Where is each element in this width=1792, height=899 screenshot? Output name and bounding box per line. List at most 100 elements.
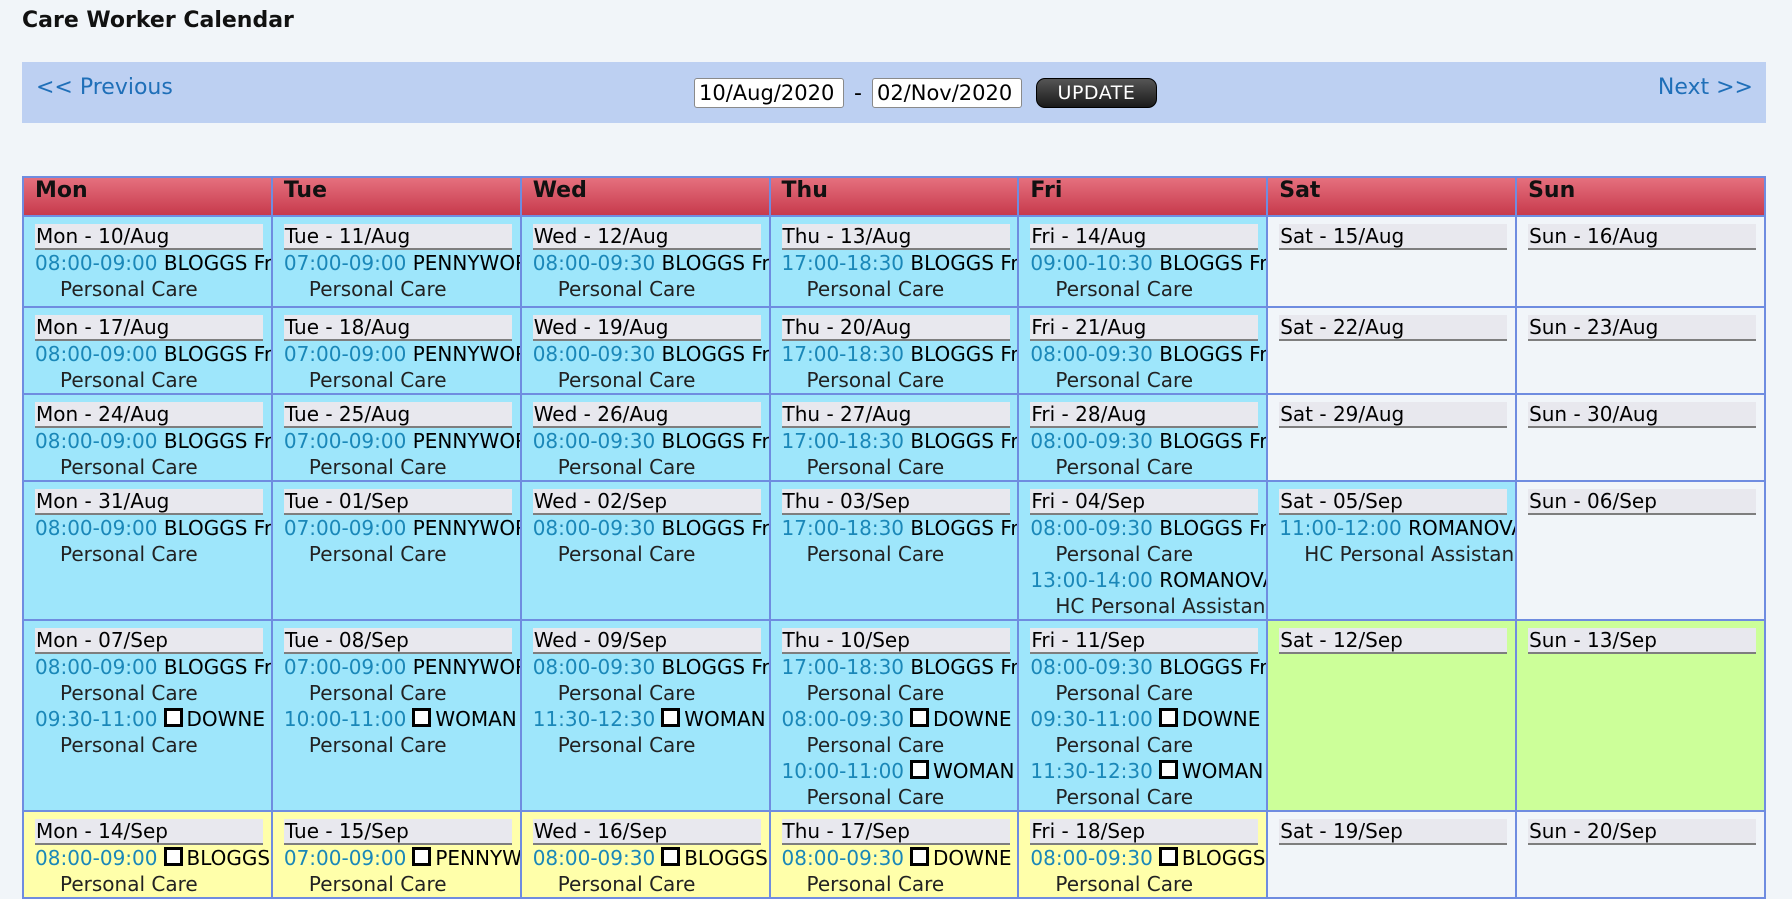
appointment-client[interactable]: PENNYWORTH xyxy=(413,655,519,679)
appointment[interactable]: 08:00-09:00 BLOGGS FredPersonal Care xyxy=(35,341,270,392)
day-date-label[interactable]: Wed - 26/Aug xyxy=(532,402,761,428)
appointment[interactable]: 17:00-18:30 BLOGGS FredPersonal Care xyxy=(782,515,1017,567)
appointment[interactable]: 08:00-09:00 BLOGGS FredPersonal Care xyxy=(35,250,270,302)
next-link[interactable]: Next >> xyxy=(1658,75,1753,100)
appointment-time[interactable]: 08:00-09:30 xyxy=(1030,429,1153,453)
day-date-label[interactable]: Wed - 16/Sep xyxy=(532,819,761,845)
appointment-time[interactable]: 08:00-09:00 xyxy=(35,516,158,540)
appointment-time[interactable]: 07:00-09:00 xyxy=(284,429,407,453)
appointment-client[interactable]: BLOGGS Fred xyxy=(164,251,270,275)
appointment-time[interactable]: 07:00-09:00 xyxy=(284,655,407,679)
appointment-time[interactable]: 17:00-18:30 xyxy=(782,342,905,366)
appointment-client[interactable]: PENNYWORTH xyxy=(413,516,519,540)
appointment[interactable]: 08:00-09:30 BLOGGS FredPersonal Care xyxy=(533,654,768,706)
day-cell[interactable]: Mon - 10/Aug08:00-09:00 BLOGGS FredPerso… xyxy=(22,215,273,308)
appointment-client[interactable]: DOWNE Roger xyxy=(187,707,270,731)
day-date-label[interactable]: Mon - 07/Sep xyxy=(35,628,263,654)
appointment[interactable]: 09:30-11:00 DOWNE RogerPersonal Care xyxy=(1030,706,1265,758)
appointment-client[interactable]: DOWNE Roger xyxy=(933,846,1016,870)
day-date-label[interactable]: Sun - 23/Aug xyxy=(1528,315,1757,341)
day-date-label[interactable]: Tue - 01/Sep xyxy=(283,489,512,515)
day-cell[interactable]: Wed - 16/Sep08:00-09:30 BLOGGS FredPerson… xyxy=(519,810,771,899)
appointment-time[interactable]: 13:00-14:00 xyxy=(1030,568,1153,592)
day-date-label[interactable]: Mon - 24/Aug xyxy=(35,402,263,428)
day-date-label[interactable]: Sun - 16/Aug xyxy=(1528,224,1757,250)
appointment[interactable]: 11:30-12:30 WOMAN CatPersonal Care xyxy=(1030,758,1265,809)
appointment-client[interactable]: BLOGGS Fred xyxy=(662,429,768,453)
appointment[interactable]: 08:00-09:30 BLOGGS FredPersonal Care xyxy=(533,428,768,479)
day-cell[interactable]: Mon - 07/Sep08:00-09:00 BLOGGS FredPerso… xyxy=(22,619,273,812)
day-date-label[interactable]: Sat - 29/Aug xyxy=(1279,402,1508,428)
day-date-label[interactable]: Thu - 10/Sep xyxy=(781,628,1010,654)
day-date-label[interactable]: Thu - 17/Sep xyxy=(781,819,1010,845)
appointment-client[interactable]: ROMANOVA N xyxy=(1408,516,1514,540)
appointment[interactable]: 08:00-09:30 DOWNE RogerPersonal Care xyxy=(782,706,1017,758)
day-date-label[interactable]: Mon - 31/Aug xyxy=(35,489,263,515)
appointment-client[interactable]: BLOGGS Fred xyxy=(910,655,1016,679)
day-cell[interactable]: Fri - 11/Sep08:00-09:30 BLOGGS FredPerso… xyxy=(1017,619,1269,812)
appointment-time[interactable]: 08:00-09:00 xyxy=(35,251,158,275)
appointment-client[interactable]: BLOGGS Fred xyxy=(1159,251,1265,275)
unconfirmed-checkbox-icon[interactable] xyxy=(412,708,432,727)
appointment-client[interactable]: PENNYWORTH xyxy=(435,846,518,870)
appointment-time[interactable]: 10:00-11:00 xyxy=(284,707,407,731)
appointment-client[interactable]: ROMANOVA N xyxy=(1159,568,1265,592)
appointment-time[interactable]: 10:00-11:00 xyxy=(782,759,905,783)
day-date-label[interactable]: Wed - 02/Sep xyxy=(532,489,761,515)
day-cell[interactable]: Sat - 29/Aug xyxy=(1266,393,1518,482)
day-date-label[interactable]: Thu - 27/Aug xyxy=(781,402,1010,428)
day-cell[interactable]: Tue - 08/Sep07:00-09:00 PENNYWORTHPerson… xyxy=(270,619,522,812)
day-cell[interactable]: Fri - 28/Aug08:00-09:30 BLOGGS FredPerso… xyxy=(1017,393,1269,482)
day-cell[interactable]: Sun - 23/Aug xyxy=(1515,306,1766,395)
appointment-client[interactable]: BLOGGS Fred xyxy=(187,846,270,870)
appointment[interactable]: 08:00-09:30 BLOGGS FredPersonal Care xyxy=(533,515,768,567)
day-cell[interactable]: Mon - 24/Aug08:00-09:00 BLOGGS FredPerso… xyxy=(22,393,273,482)
appointment-time[interactable]: 09:00-10:30 xyxy=(1030,251,1153,275)
appointment[interactable]: 07:00-09:00 PENNYWORTHPersonal Care xyxy=(284,250,519,302)
appointment-time[interactable]: 17:00-18:30 xyxy=(782,429,905,453)
appointment-time[interactable]: 07:00-09:00 xyxy=(284,846,407,870)
appointment[interactable]: 09:00-10:30 BLOGGS FredPersonal Care xyxy=(1030,250,1265,302)
day-date-label[interactable]: Thu - 13/Aug xyxy=(781,224,1010,250)
appointment-client[interactable]: BLOGGS Fred xyxy=(910,516,1016,540)
appointment-time[interactable]: 08:00-09:00 xyxy=(35,342,158,366)
appointment[interactable]: 08:00-09:00 BLOGGS FredPersonal Care xyxy=(35,654,270,706)
appointment-client[interactable]: BLOGGS Fred xyxy=(662,655,768,679)
unconfirmed-checkbox-icon[interactable] xyxy=(163,847,183,866)
appointment-time[interactable]: 08:00-09:30 xyxy=(533,342,656,366)
unconfirmed-checkbox-icon[interactable] xyxy=(661,708,681,727)
day-date-label[interactable]: Sun - 20/Sep xyxy=(1528,819,1757,845)
appointment-client[interactable]: PENNYWORTH xyxy=(413,342,519,366)
appointment-client[interactable]: BLOGGS Fred xyxy=(164,429,270,453)
day-cell[interactable]: Mon - 14/Sep08:00-09:00 BLOGGS FredPerson… xyxy=(22,810,273,899)
appointment-client[interactable]: BLOGGS Fred xyxy=(1159,516,1265,540)
appointment[interactable]: 08:00-09:00 BLOGGS FredPersonal Care xyxy=(35,428,270,479)
day-cell[interactable]: Thu - 13/Aug17:00-18:30 BLOGGS FredPerso… xyxy=(768,215,1020,308)
appointment[interactable]: 07:00-09:00 PENNYWORTHPersonal Care xyxy=(284,845,519,896)
appointment-client[interactable]: BLOGGS Fred xyxy=(910,251,1016,275)
appointment-time[interactable]: 08:00-09:30 xyxy=(782,707,905,731)
day-date-label[interactable]: Sun - 13/Sep xyxy=(1528,628,1757,654)
day-cell[interactable]: Sun - 06/Sep xyxy=(1515,480,1766,621)
appointment[interactable]: 07:00-09:00 PENNYWORTHPersonal Care xyxy=(284,341,519,392)
day-cell[interactable]: Wed - 12/Aug08:00-09:30 BLOGGS FredPerso… xyxy=(519,215,771,308)
appointment-client[interactable]: BLOGGS Fred xyxy=(910,429,1016,453)
appointment[interactable]: 10:00-11:00 WOMAN CatPersonal Care xyxy=(284,706,519,758)
day-cell[interactable]: Thu - 27/Aug17:00-18:30 BLOGGS FredPerso… xyxy=(768,393,1020,482)
appointment[interactable]: 08:00-09:00 BLOGGS FredPersonal Care xyxy=(35,845,270,896)
appointment-time[interactable]: 08:00-09:30 xyxy=(1030,516,1153,540)
appointment-client[interactable]: BLOGGS Fred xyxy=(684,846,767,870)
day-cell[interactable]: Thu - 17/Sep08:00-09:30 DOWNE RogerPerson… xyxy=(768,810,1020,899)
unconfirmed-checkbox-icon[interactable] xyxy=(1158,847,1178,866)
start-date-input[interactable] xyxy=(694,78,844,108)
appointment[interactable]: 08:00-09:30 BLOGGS FredPersonal Care xyxy=(1030,341,1265,392)
day-date-label[interactable]: Sun - 30/Aug xyxy=(1528,402,1757,428)
day-cell[interactable]: Sun - 16/Aug xyxy=(1515,215,1766,308)
day-date-label[interactable]: Tue - 11/Aug xyxy=(283,224,512,250)
day-cell[interactable]: Fri - 14/Aug09:00-10:30 BLOGGS FredPerso… xyxy=(1017,215,1269,308)
appointment[interactable]: 17:00-18:30 BLOGGS FredPersonal Care xyxy=(782,341,1017,392)
appointment[interactable]: 07:00-09:00 PENNYWORTHPersonal Care xyxy=(284,654,519,706)
appointment-time[interactable]: 08:00-09:30 xyxy=(1030,655,1153,679)
day-cell[interactable]: Fri - 21/Aug08:00-09:30 BLOGGS FredPerso… xyxy=(1017,306,1269,395)
unconfirmed-checkbox-icon[interactable] xyxy=(1158,708,1178,727)
